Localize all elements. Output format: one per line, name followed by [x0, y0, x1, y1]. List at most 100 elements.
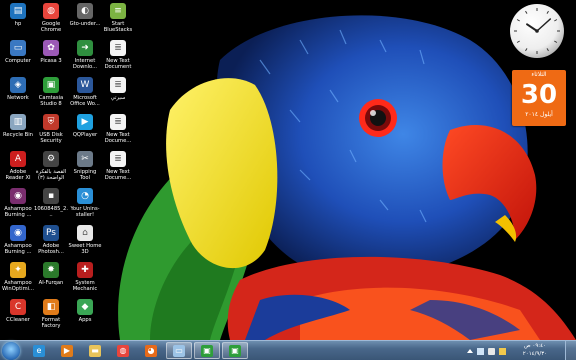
clock-tick	[546, 48, 549, 52]
taskbar-button-window[interactable]: ▭	[166, 342, 192, 359]
firefox-icon: ◕	[145, 344, 157, 357]
desktop-icon[interactable]: ✿ Picasa 3	[34, 40, 68, 64]
desktop-icon[interactable]: ✦ Ashampoo WinOptimi...	[1, 262, 35, 293]
clock-tick	[554, 40, 558, 43]
calendar-day-number: 30	[520, 80, 558, 110]
desktop-icon[interactable]: ✸ Al-Furqan	[34, 262, 68, 286]
show-desktop-button[interactable]	[565, 341, 576, 360]
taskbar: e ▶ ▬ ◍ ◕ ▭ ▣ ▣ ٠٩:٤٠ ص ٢٠١٤/٩/٣٠	[0, 340, 576, 360]
desktop-icon[interactable]: ≡ Start BlueStacks	[101, 3, 135, 34]
clock-tick	[516, 19, 520, 22]
desktop-icon[interactable]: ▥ Recycle Bin	[1, 114, 35, 138]
desktop-icon[interactable]: A Adobe Reader XI	[1, 151, 35, 182]
taskbar-button-chrome[interactable]: ◍	[110, 342, 136, 359]
start-button[interactable]	[2, 342, 20, 360]
app-icon: ▪	[43, 188, 59, 204]
clock-tick	[546, 10, 549, 14]
app-icon: W	[77, 77, 93, 93]
desktop-icon[interactable]: ▶ QQPlayer	[68, 114, 102, 138]
app-icon: ≣	[110, 77, 126, 93]
flag-icon[interactable]	[499, 347, 506, 355]
app-icon: ▥	[10, 114, 26, 130]
app-icon: ➜	[77, 40, 93, 56]
app-icon: Ps	[43, 225, 59, 241]
app-icon: ◉	[10, 225, 26, 241]
taskbar-clock[interactable]: ٠٩:٤٠ ص ٢٠١٤/٩/٣٠	[512, 342, 558, 358]
desktop-icon[interactable]: ≣ سيرتي	[101, 77, 135, 101]
desktop-icon-label: System Mechanic	[72, 280, 98, 293]
desktop-icon[interactable]: ≣ New Text Docume...	[101, 114, 135, 145]
taskbar-button-ie[interactable]: e	[26, 342, 52, 359]
desktop-icon[interactable]: ▭ Computer	[1, 40, 35, 64]
desktop-icon-label: Snipping Tool	[73, 169, 97, 182]
app-icon: C	[10, 299, 26, 315]
desktop-icon[interactable]: ⌂ Sweet Home 3D	[68, 225, 102, 256]
desktop-icon-label: Network	[7, 95, 29, 101]
desktop-icon[interactable]: ◔ Your Unins-staller!	[68, 188, 102, 219]
app-icon: ✸	[43, 262, 59, 278]
app-icon: ✿	[43, 40, 59, 56]
desktop-icon[interactable]: ◈ Network	[1, 77, 35, 101]
desktop-icon-label: QQPlayer	[72, 132, 98, 138]
desktop-icon-label: Microsoft Office Wo...	[70, 95, 100, 108]
desktop-icon[interactable]: ◐ Gto-under...	[68, 3, 102, 27]
network-icon[interactable]	[477, 347, 484, 355]
app-icon: ◆	[77, 299, 93, 315]
desktop-icon-label: Picasa 3	[40, 58, 62, 64]
clock-tick	[554, 19, 558, 22]
desktop-icon[interactable]: ≣ New Text Document	[101, 40, 135, 71]
clock-gadget[interactable]	[510, 4, 564, 58]
app-icon: ▭	[10, 40, 26, 56]
desktop-icon[interactable]: ◉ Ashampoo Burning ...	[1, 225, 35, 256]
clock-tick	[525, 10, 528, 14]
desktop-icon[interactable]: ▣ Camtasia Studio 8	[34, 77, 68, 108]
desktop-icon-label: Sweet Home 3D	[68, 243, 102, 256]
calendar-gadget[interactable]: الثلاثاء 30 أيلول ٢٠١٤	[512, 70, 566, 126]
desktop-icon[interactable]: ◍ Google Chrome	[34, 3, 68, 34]
taskbar-button-camtasia-2[interactable]: ▣	[222, 342, 248, 359]
desktop-icon-label: القصة بالفكرة الواضحة (٣)	[35, 169, 67, 182]
desktop-icon[interactable]: ✂ Snipping Tool	[68, 151, 102, 182]
desktop-icon-label: hp	[14, 21, 22, 27]
desktop-icon[interactable]: ▪ 10608485_2...	[34, 188, 68, 219]
desktop-icon-label: USB Disk Security	[39, 132, 63, 145]
desktop-icon[interactable]: C CCleaner	[1, 299, 35, 323]
taskbar-button-explorer[interactable]: ▬	[82, 342, 108, 359]
app-icon: ✚	[77, 262, 93, 278]
desktop-icon-label: Your Unins-staller!	[70, 206, 100, 219]
app-icon: ▣	[43, 77, 59, 93]
app-icon: ⛨	[43, 114, 59, 130]
window-icon: ▭	[173, 344, 185, 357]
taskbar-button-camtasia-1[interactable]: ▣	[194, 342, 220, 359]
desktop-icon-label: Adobe Reader XI	[5, 169, 31, 182]
desktop-icon[interactable]: ▤ hp	[1, 3, 35, 27]
desktop-icon[interactable]: ◧ Format Factory	[34, 299, 68, 330]
desktop-icon[interactable]: ◉ Ashampoo Burning ...	[1, 188, 35, 219]
taskbar-button-media-player[interactable]: ▶	[54, 342, 80, 359]
desktop-icon[interactable]: ⛨ USB Disk Security	[34, 114, 68, 145]
app-icon: A	[10, 151, 26, 167]
app-icon: ≣	[110, 40, 126, 56]
volume-icon[interactable]	[488, 347, 495, 355]
ie-icon: e	[33, 344, 45, 357]
desktop-icon[interactable]: ⚙ القصة بالفكرة الواضحة (٣)	[34, 151, 68, 182]
desktop-icon[interactable]: ◆ Apps	[68, 299, 102, 323]
app-icon: ◧	[43, 299, 59, 315]
app-icon: ▤	[10, 3, 26, 19]
app-icon: ◈	[10, 77, 26, 93]
desktop-icon[interactable]: ✚ System Mechanic	[68, 262, 102, 293]
tray-arrow-icon[interactable]	[467, 349, 473, 353]
app-icon: ◍	[43, 3, 59, 19]
desktop-icon-label: Computer	[5, 58, 31, 64]
desktop-icon[interactable]: ➜ Internet Downlo...	[68, 40, 102, 71]
clock-tick	[516, 40, 520, 43]
desktop-icon[interactable]: Ps Adobe Photosh...	[34, 225, 68, 256]
clock-tick	[525, 48, 528, 52]
desktop-icon[interactable]: W Microsoft Office Wo...	[68, 77, 102, 108]
taskbar-time: ٠٩:٤٠ ص	[523, 343, 547, 349]
desktop-icon-label: Gto-under...	[69, 21, 101, 27]
desktop-icon[interactable]: ≣ New Text Docume...	[101, 151, 135, 182]
desktop-icon-label: Apps	[78, 317, 92, 323]
taskbar-button-firefox[interactable]: ◕	[138, 342, 164, 359]
app-icon: ⚙	[43, 151, 59, 167]
